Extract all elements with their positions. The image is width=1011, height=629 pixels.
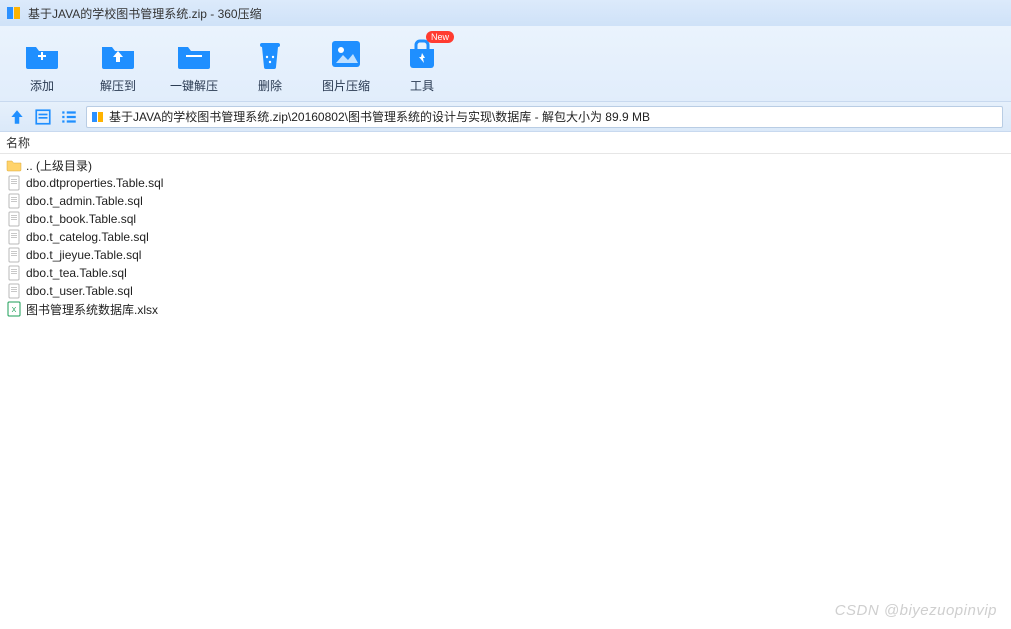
path-box[interactable]: 基于JAVA的学校图书管理系统.zip\20160802\图书管理系统的设计与实…	[86, 106, 1003, 128]
image-compress-label: 图片压缩	[322, 77, 370, 94]
one-click-label: 一键解压	[170, 77, 218, 94]
file-name: dbo.t_catelog.Table.sql	[26, 230, 149, 244]
add-label: 添加	[30, 77, 54, 94]
file-row[interactable]: dbo.t_book.Table.sql	[0, 210, 1011, 228]
extract-to-button[interactable]: 解压到	[94, 37, 142, 94]
app-icon	[6, 5, 22, 21]
file-row[interactable]: dbo.dtproperties.Table.sql	[0, 174, 1011, 192]
delete-button[interactable]: 删除	[246, 37, 294, 94]
tools-label: 工具	[410, 77, 434, 94]
view-list-icon[interactable]	[60, 108, 78, 126]
column-name: 名称	[6, 134, 30, 151]
file-name: dbo.dtproperties.Table.sql	[26, 176, 163, 190]
folder-plus-icon	[24, 37, 60, 71]
image-compress-button[interactable]: 图片压缩	[322, 37, 370, 94]
column-header[interactable]: 名称	[0, 132, 1011, 154]
file-name: dbo.t_tea.Table.sql	[26, 266, 127, 280]
watermark: CSDN @biyezuopinvip	[835, 602, 997, 619]
add-button[interactable]: 添加	[18, 37, 66, 94]
file-name: dbo.t_book.Table.sql	[26, 212, 136, 226]
delete-label: 删除	[258, 77, 282, 94]
file-row[interactable]: X 图书管理系统数据库.xlsx	[0, 300, 1011, 318]
folder-lightning-icon	[176, 37, 212, 71]
file-name: 图书管理系统数据库.xlsx	[26, 301, 158, 318]
file-icon	[6, 229, 22, 245]
excel-icon: X	[6, 301, 22, 317]
file-icon	[6, 247, 22, 263]
archive-icon	[91, 110, 105, 124]
window-title: 基于JAVA的学校图书管理系统.zip - 360压缩	[28, 5, 262, 22]
file-name: dbo.t_user.Table.sql	[26, 284, 133, 298]
folder-up-icon	[100, 37, 136, 71]
file-row[interactable]: dbo.t_user.Table.sql	[0, 282, 1011, 300]
trash-icon	[252, 37, 288, 71]
file-icon	[6, 211, 22, 227]
file-icon	[6, 283, 22, 299]
image-icon	[328, 37, 364, 71]
file-icon	[6, 193, 22, 209]
extract-to-label: 解压到	[100, 77, 136, 94]
file-row[interactable]: dbo.t_admin.Table.sql	[0, 192, 1011, 210]
file-row[interactable]: dbo.t_catelog.Table.sql	[0, 228, 1011, 246]
tools-button[interactable]: New 工具	[398, 37, 446, 94]
navigation-bar: 基于JAVA的学校图书管理系统.zip\20160802\图书管理系统的设计与实…	[0, 102, 1011, 132]
svg-text:X: X	[12, 307, 17, 314]
folder-icon	[6, 157, 22, 173]
file-name: .. (上级目录)	[26, 157, 92, 174]
path-text: 基于JAVA的学校图书管理系统.zip\20160802\图书管理系统的设计与实…	[109, 108, 650, 125]
file-icon	[6, 175, 22, 191]
parent-directory-row[interactable]: .. (上级目录)	[0, 156, 1011, 174]
file-row[interactable]: dbo.t_tea.Table.sql	[0, 264, 1011, 282]
one-click-extract-button[interactable]: 一键解压	[170, 37, 218, 94]
new-badge: New	[426, 31, 454, 43]
up-arrow-icon[interactable]	[8, 108, 26, 126]
file-row[interactable]: dbo.t_jieyue.Table.sql	[0, 246, 1011, 264]
toolbar: 添加 解压到 一键解压 删除 图片压缩 New 工具	[0, 26, 1011, 102]
file-list: .. (上级目录) dbo.dtproperties.Table.sql dbo.t…	[0, 154, 1011, 320]
view-details-icon[interactable]	[34, 108, 52, 126]
file-name: dbo.t_jieyue.Table.sql	[26, 248, 141, 262]
file-icon	[6, 265, 22, 281]
file-name: dbo.t_admin.Table.sql	[26, 194, 143, 208]
title-bar: 基于JAVA的学校图书管理系统.zip - 360压缩	[0, 0, 1011, 26]
